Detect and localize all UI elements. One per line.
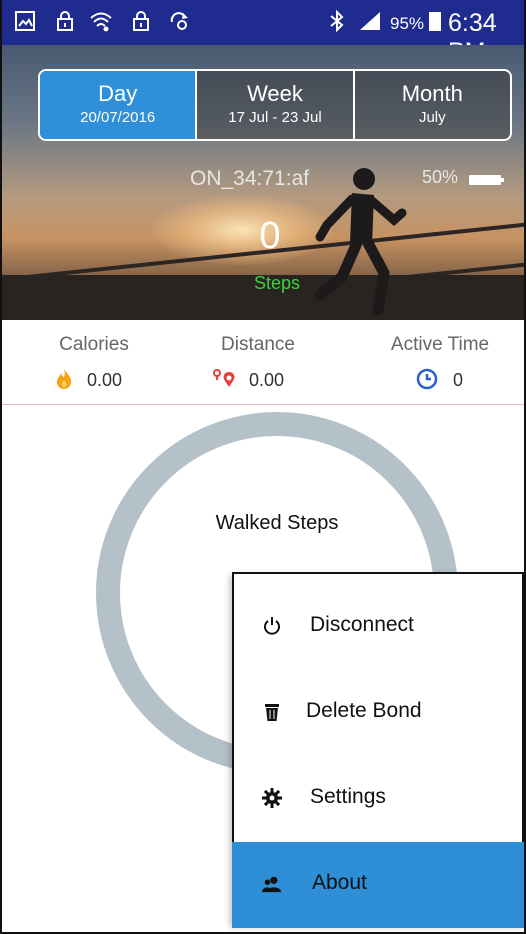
- stat-calories-value: 0.00: [87, 370, 123, 390]
- device-name: ON_34:71:af: [190, 167, 310, 190]
- app-frame: 95% 6:34 PM Day 20/07/2016 Week 17 Jul: [0, 0, 526, 934]
- stat-calories-value-row: 0.00: [54, 368, 122, 391]
- bluetooth-icon: [330, 10, 344, 32]
- stat-distance: Distance 0.00: [212, 334, 304, 390]
- tab-day[interactable]: Day 20/07/2016: [40, 71, 196, 139]
- steps-count: 0: [259, 215, 281, 257]
- wifi-icon: [90, 12, 112, 32]
- gallery-icon: [15, 11, 35, 31]
- menu-item-about[interactable]: About: [232, 842, 524, 928]
- tab-month-name: July: [418, 109, 446, 126]
- stat-distance-label: Distance: [221, 334, 295, 355]
- trash-icon: [265, 704, 279, 721]
- tab-week[interactable]: Week 17 Jul - 23 Jul: [195, 71, 353, 139]
- status-bar: 95% 6:34 PM: [2, 0, 524, 66]
- menu-delete-bond-label: Delete Bond: [306, 699, 422, 722]
- tab-day-title: Day: [98, 81, 138, 106]
- stat-calories-label: Calories: [59, 334, 129, 355]
- overflow-menu: Disconnect Delete Bond Settings About: [232, 572, 524, 928]
- people-icon: [262, 876, 282, 893]
- menu-about-label: About: [312, 871, 367, 894]
- tab-month[interactable]: Month July: [352, 71, 510, 139]
- steps-label: Steps: [253, 273, 301, 293]
- tab-day-date: 20/07/2016: [80, 109, 156, 126]
- tab-month-title: Month: [401, 81, 463, 106]
- menu-item-settings[interactable]: Settings: [234, 756, 522, 842]
- hero-banner: Day 20/07/2016 Week 17 Jul - 23 Jul Mont…: [2, 45, 524, 320]
- menu-settings-label: Settings: [310, 785, 386, 808]
- device-battery-tip: [501, 178, 504, 182]
- location-pin-icon: [213, 369, 235, 387]
- runner-silhouette: [314, 168, 407, 315]
- clock-icon: [416, 368, 438, 390]
- period-tabs: Day 20/07/2016 Week 17 Jul - 23 Jul Mont…: [38, 69, 512, 141]
- lock-icon: [133, 11, 149, 31]
- power-icon: [264, 617, 280, 635]
- signal-icon: [360, 12, 380, 30]
- gear-icon: [262, 788, 282, 808]
- stat-active-time-label: Active Time: [390, 334, 490, 355]
- lock-icon: [57, 11, 73, 31]
- tab-week-range: 17 Jul - 23 Jul: [228, 109, 322, 126]
- stat-active-time-value: 0: [453, 370, 464, 390]
- stat-distance-value: 0.00: [249, 370, 285, 390]
- walked-steps-label: Walked Steps: [215, 512, 339, 534]
- tab-week-title: Week: [247, 81, 303, 106]
- menu-disconnect-label: Disconnect: [310, 613, 414, 636]
- device-battery-icon: [469, 175, 501, 185]
- menu-item-delete-bond[interactable]: Delete Bond: [234, 670, 522, 756]
- stats-row: Calories 0.00 Distance 0.00 Active Time …: [2, 320, 524, 405]
- stat-calories: Calories 0.00: [54, 334, 134, 390]
- menu-item-disconnect[interactable]: Disconnect: [234, 584, 522, 670]
- stat-distance-value-row: 0.00: [212, 368, 284, 391]
- battery-percent: 95%: [390, 14, 425, 33]
- device-battery-percent: 50%: [422, 167, 459, 187]
- stat-active-time: Active Time 0: [382, 334, 498, 390]
- battery-icon: [429, 12, 441, 31]
- flame-icon: [57, 369, 72, 389]
- stat-active-time-value-row: 0: [416, 368, 463, 391]
- sync-icon: [170, 12, 188, 30]
